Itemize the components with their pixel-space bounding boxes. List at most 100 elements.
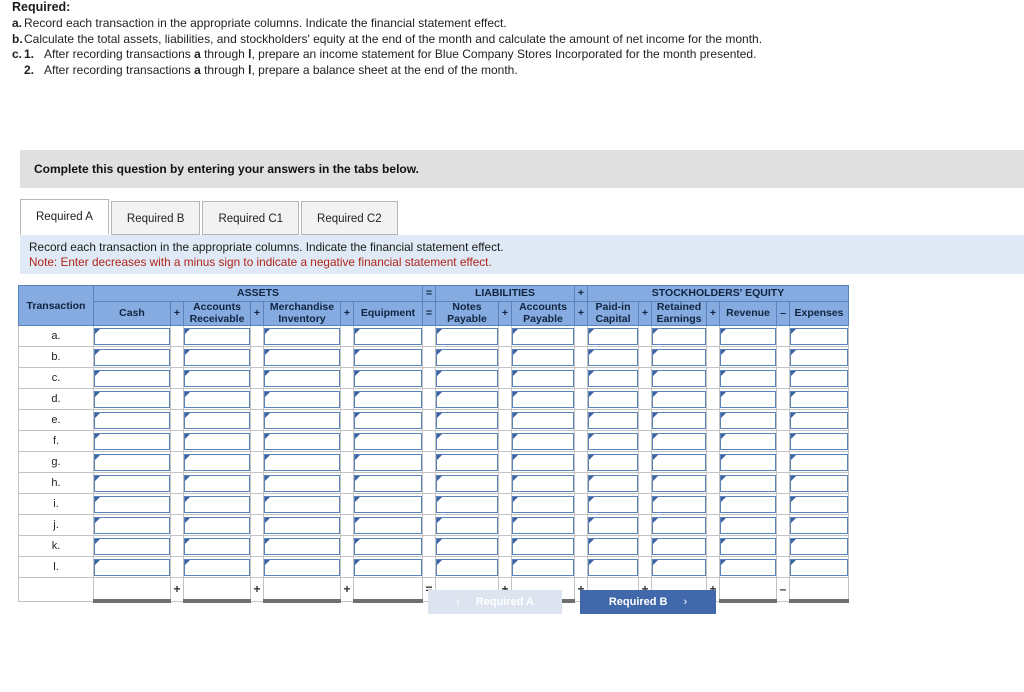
cell-i-accounts-receivable[interactable] bbox=[183, 493, 251, 515]
amount-input[interactable] bbox=[94, 327, 170, 345]
cell-j-retained-earnings[interactable] bbox=[651, 514, 707, 536]
amount-input[interactable] bbox=[436, 432, 498, 450]
amount-input[interactable] bbox=[94, 558, 170, 576]
cell-a-retained-earnings[interactable] bbox=[651, 325, 707, 347]
amount-input[interactable] bbox=[790, 390, 848, 408]
cell-e-accounts-receivable[interactable] bbox=[183, 409, 251, 431]
amount-input[interactable] bbox=[652, 474, 706, 492]
cell-g-revenue[interactable] bbox=[719, 451, 777, 473]
amount-input[interactable] bbox=[588, 390, 638, 408]
cell-k-notes-payable[interactable] bbox=[435, 535, 499, 557]
cell-f-cash[interactable] bbox=[93, 430, 171, 452]
amount-input[interactable] bbox=[588, 327, 638, 345]
amount-input[interactable] bbox=[790, 558, 848, 576]
amount-input[interactable] bbox=[512, 516, 574, 534]
cell-g-retained-earnings[interactable] bbox=[651, 451, 707, 473]
cell-a-cash[interactable] bbox=[93, 325, 171, 347]
amount-input[interactable] bbox=[652, 432, 706, 450]
amount-input[interactable] bbox=[264, 327, 340, 345]
amount-input[interactable] bbox=[436, 495, 498, 513]
amount-input[interactable] bbox=[436, 369, 498, 387]
cell-d-revenue[interactable] bbox=[719, 388, 777, 410]
amount-input[interactable] bbox=[94, 390, 170, 408]
cell-d-retained-earnings[interactable] bbox=[651, 388, 707, 410]
amount-input[interactable] bbox=[720, 369, 776, 387]
amount-input[interactable] bbox=[184, 348, 250, 366]
amount-input[interactable] bbox=[720, 453, 776, 471]
cell-c-retained-earnings[interactable] bbox=[651, 367, 707, 389]
cell-j-equipment[interactable] bbox=[353, 514, 423, 536]
cell-c-paid-in-capital[interactable] bbox=[587, 367, 639, 389]
cell-b-accounts-payable[interactable] bbox=[511, 346, 575, 368]
amount-input[interactable] bbox=[720, 495, 776, 513]
amount-input[interactable] bbox=[790, 495, 848, 513]
amount-input[interactable] bbox=[512, 558, 574, 576]
cell-l-accounts-receivable[interactable] bbox=[183, 556, 251, 578]
amount-input[interactable] bbox=[264, 537, 340, 555]
cell-a-accounts-payable[interactable] bbox=[511, 325, 575, 347]
amount-input[interactable] bbox=[436, 411, 498, 429]
cell-i-retained-earnings[interactable] bbox=[651, 493, 707, 515]
cell-a-revenue[interactable] bbox=[719, 325, 777, 347]
cell-h-expenses[interactable] bbox=[789, 472, 849, 494]
cell-d-equipment[interactable] bbox=[353, 388, 423, 410]
cell-e-expenses[interactable] bbox=[789, 409, 849, 431]
cell-k-retained-earnings[interactable] bbox=[651, 535, 707, 557]
cell-l-merchandise-inventory[interactable] bbox=[263, 556, 341, 578]
cell-b-revenue[interactable] bbox=[719, 346, 777, 368]
amount-input[interactable] bbox=[94, 411, 170, 429]
amount-input[interactable] bbox=[588, 558, 638, 576]
cell-h-retained-earnings[interactable] bbox=[651, 472, 707, 494]
amount-input[interactable] bbox=[652, 495, 706, 513]
cell-c-accounts-receivable[interactable] bbox=[183, 367, 251, 389]
amount-input[interactable] bbox=[652, 327, 706, 345]
cell-k-paid-in-capital[interactable] bbox=[587, 535, 639, 557]
amount-input[interactable] bbox=[512, 453, 574, 471]
cell-b-cash[interactable] bbox=[93, 346, 171, 368]
cell-f-paid-in-capital[interactable] bbox=[587, 430, 639, 452]
amount-input[interactable] bbox=[790, 432, 848, 450]
cell-a-equipment[interactable] bbox=[353, 325, 423, 347]
amount-input[interactable] bbox=[436, 516, 498, 534]
amount-input[interactable] bbox=[790, 453, 848, 471]
cell-b-merchandise-inventory[interactable] bbox=[263, 346, 341, 368]
amount-input[interactable] bbox=[720, 390, 776, 408]
cell-d-expenses[interactable] bbox=[789, 388, 849, 410]
cell-a-accounts-receivable[interactable] bbox=[183, 325, 251, 347]
amount-input[interactable] bbox=[652, 537, 706, 555]
amount-input[interactable] bbox=[512, 369, 574, 387]
amount-input[interactable] bbox=[94, 537, 170, 555]
cell-e-revenue[interactable] bbox=[719, 409, 777, 431]
amount-input[interactable] bbox=[184, 558, 250, 576]
cell-e-merchandise-inventory[interactable] bbox=[263, 409, 341, 431]
cell-b-equipment[interactable] bbox=[353, 346, 423, 368]
cell-k-accounts-payable[interactable] bbox=[511, 535, 575, 557]
amount-input[interactable] bbox=[354, 348, 422, 366]
amount-input[interactable] bbox=[94, 474, 170, 492]
cell-f-merchandise-inventory[interactable] bbox=[263, 430, 341, 452]
amount-input[interactable] bbox=[720, 348, 776, 366]
amount-input[interactable] bbox=[264, 558, 340, 576]
cell-c-notes-payable[interactable] bbox=[435, 367, 499, 389]
cell-g-cash[interactable] bbox=[93, 451, 171, 473]
cell-d-accounts-receivable[interactable] bbox=[183, 388, 251, 410]
cell-j-accounts-payable[interactable] bbox=[511, 514, 575, 536]
cell-b-expenses[interactable] bbox=[789, 346, 849, 368]
amount-input[interactable] bbox=[720, 432, 776, 450]
amount-input[interactable] bbox=[512, 432, 574, 450]
cell-l-cash[interactable] bbox=[93, 556, 171, 578]
amount-input[interactable] bbox=[94, 516, 170, 534]
amount-input[interactable] bbox=[436, 558, 498, 576]
cell-d-cash[interactable] bbox=[93, 388, 171, 410]
cell-i-revenue[interactable] bbox=[719, 493, 777, 515]
cell-j-expenses[interactable] bbox=[789, 514, 849, 536]
amount-input[interactable] bbox=[184, 474, 250, 492]
amount-input[interactable] bbox=[184, 453, 250, 471]
cell-l-accounts-payable[interactable] bbox=[511, 556, 575, 578]
amount-input[interactable] bbox=[512, 411, 574, 429]
amount-input[interactable] bbox=[184, 432, 250, 450]
amount-input[interactable] bbox=[512, 495, 574, 513]
amount-input[interactable] bbox=[354, 558, 422, 576]
cell-a-expenses[interactable] bbox=[789, 325, 849, 347]
cell-l-revenue[interactable] bbox=[719, 556, 777, 578]
